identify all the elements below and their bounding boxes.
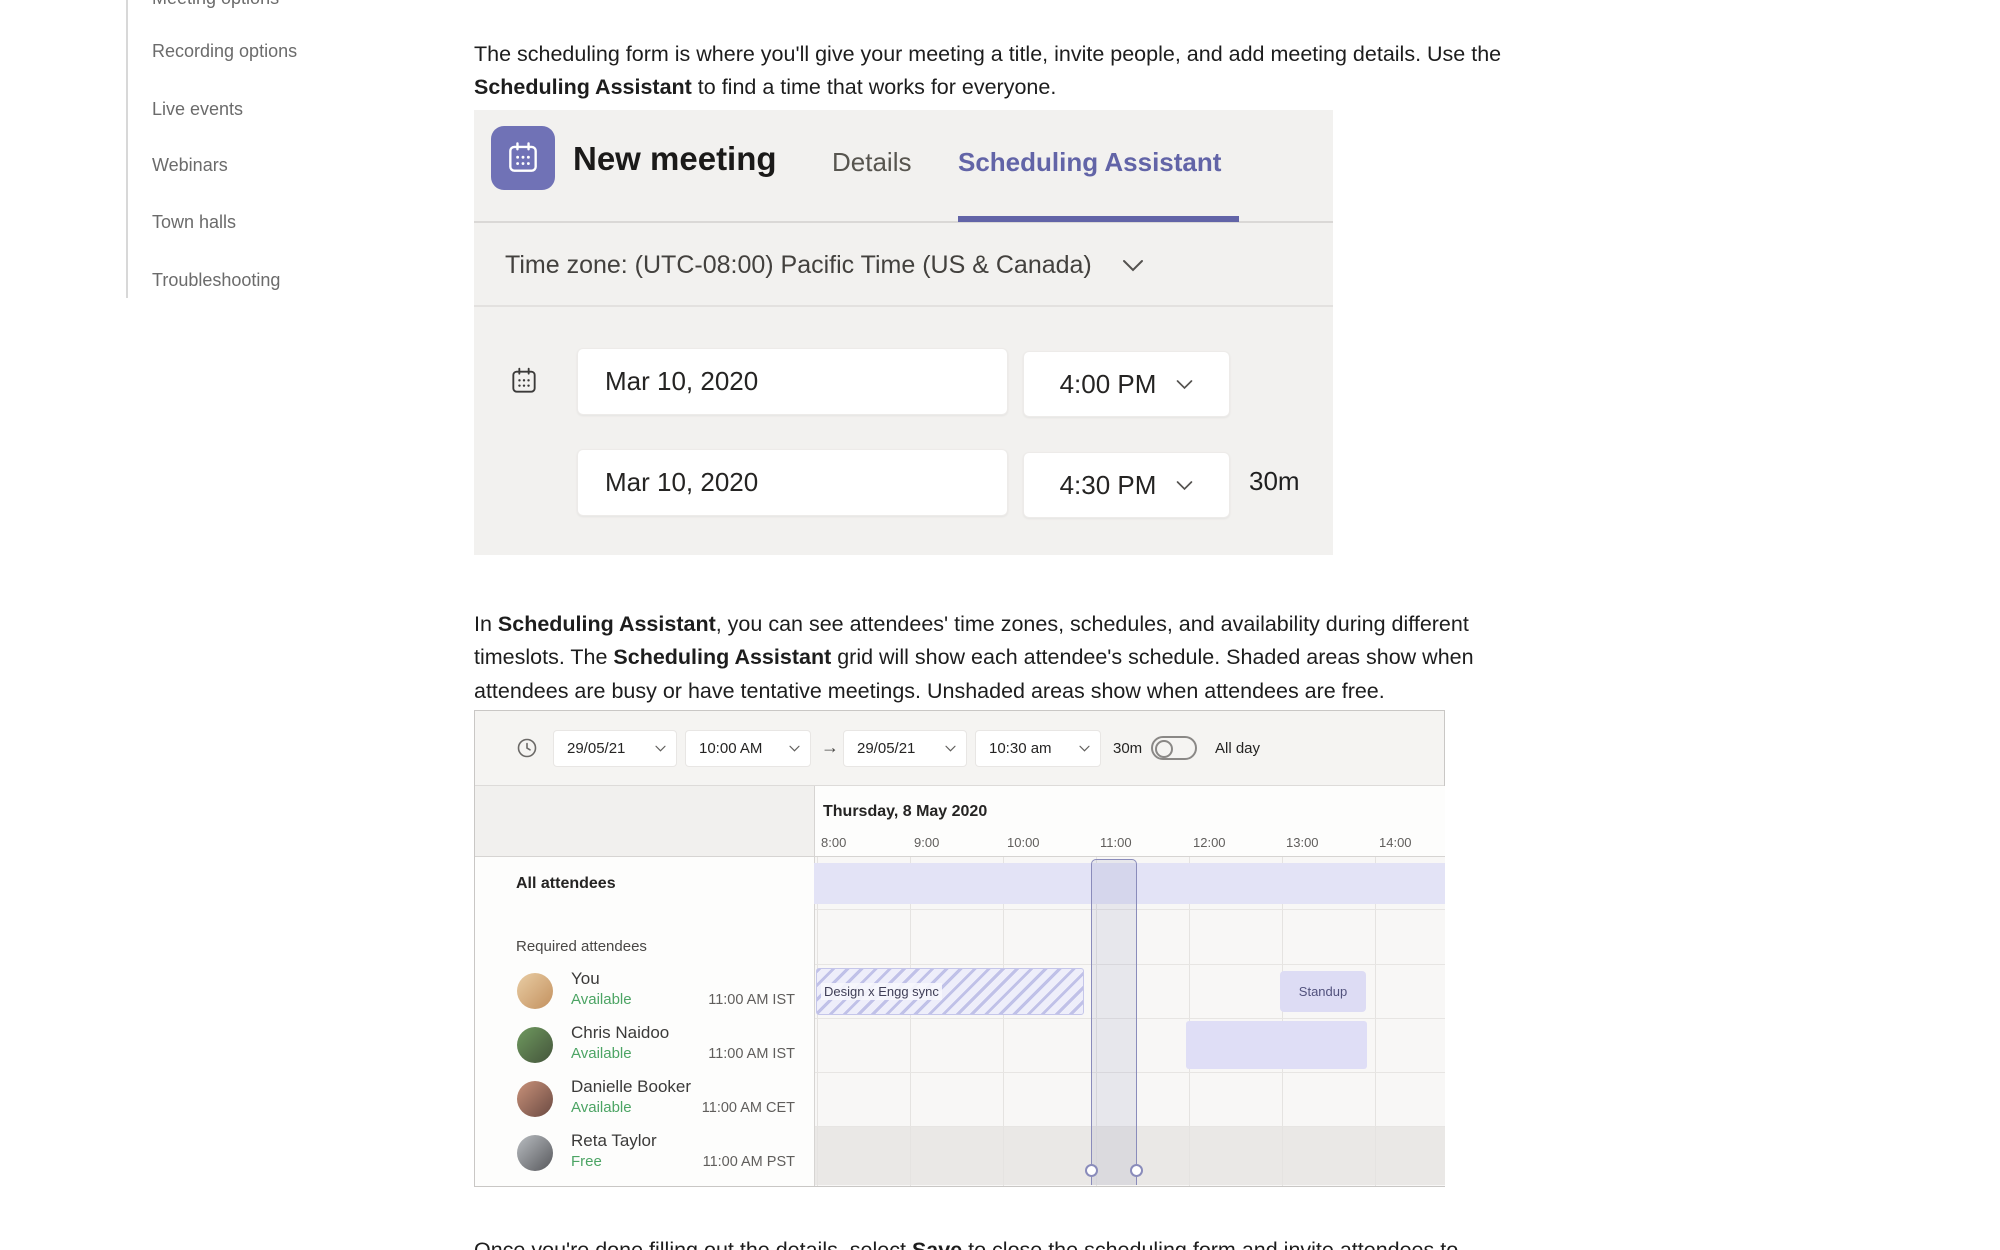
timezone-divider bbox=[474, 305, 1333, 307]
sidebar-item-meeting-options[interactable]: Meeting options bbox=[152, 0, 279, 9]
start-time-dropdown[interactable]: 4:00 PM bbox=[1023, 351, 1230, 417]
tab-scheduling-assistant[interactable]: Scheduling Assistant bbox=[958, 147, 1221, 178]
avatar bbox=[517, 973, 553, 1009]
time-tick: 9:00 bbox=[914, 835, 940, 850]
required-attendees-label: Required attendees bbox=[516, 938, 647, 955]
scheduler-toolbar: 29/05/21 10:00 AM → 29/05/21 10:30 am 30… bbox=[475, 711, 1444, 786]
avatar bbox=[517, 1135, 553, 1171]
timezone-selector[interactable]: Time zone: (UTC-08:00) Pacific Time (US … bbox=[505, 251, 1144, 280]
sidebar-item-town-halls[interactable]: Town halls bbox=[152, 212, 236, 233]
active-tab-indicator bbox=[958, 216, 1239, 222]
attendee-local-time: 11:00 AM IST bbox=[708, 992, 795, 1008]
attendee-local-time: 11:00 AM IST bbox=[708, 1046, 795, 1062]
documentation-page: Meeting options Recording options Live e… bbox=[0, 0, 2000, 1250]
start-date-input[interactable]: Mar 10, 2020 bbox=[577, 348, 1008, 415]
time-tick: 12:00 bbox=[1193, 835, 1226, 850]
gridline-vertical bbox=[910, 856, 911, 1186]
clock-icon bbox=[517, 738, 537, 758]
selection-handle-right[interactable] bbox=[1130, 1164, 1143, 1177]
attendee-status: Available bbox=[571, 991, 632, 1008]
sidebar-item-recording-options[interactable]: Recording options bbox=[152, 41, 297, 62]
attendee-name: You bbox=[571, 969, 600, 988]
time-tick: 11:00 bbox=[1100, 835, 1132, 850]
gridline-vertical bbox=[817, 856, 818, 1186]
selection-handle-left[interactable] bbox=[1085, 1164, 1098, 1177]
attendee-row: You Available 11:00 AM IST bbox=[475, 964, 814, 1018]
duration-label: 30m bbox=[1113, 740, 1143, 757]
scheduling-assistant-screenshot: 29/05/21 10:00 AM → 29/05/21 10:30 am 30… bbox=[474, 710, 1445, 1187]
start-date-dropdown[interactable]: 29/05/21 bbox=[553, 730, 677, 767]
sidebar-divider bbox=[126, 0, 128, 298]
attendee-local-time: 11:00 AM PST bbox=[702, 1154, 795, 1170]
chevron-down-icon bbox=[1177, 480, 1193, 490]
chevron-down-icon bbox=[655, 745, 666, 752]
chevron-down-icon bbox=[945, 745, 956, 752]
arrow-right-icon: → bbox=[821, 737, 839, 757]
attendee-row: Danielle Booker Available 11:00 AM CET bbox=[475, 1072, 814, 1126]
intro-paragraph: The scheduling form is where you'll give… bbox=[474, 41, 1502, 100]
chevron-down-icon bbox=[1122, 260, 1143, 272]
chevron-down-icon bbox=[1079, 745, 1090, 752]
gridline-vertical bbox=[1375, 856, 1376, 1186]
attendee-local-time: 11:00 AM CET bbox=[701, 1100, 795, 1116]
calendar-app-icon bbox=[491, 126, 555, 190]
attendee-row: Chris Naidoo Available 11:00 AM IST bbox=[475, 1018, 814, 1072]
duration-label: 30m bbox=[1249, 466, 1300, 496]
end-date-input[interactable]: Mar 10, 2020 bbox=[577, 449, 1008, 516]
save-paragraph: Once you're done filling out the details… bbox=[474, 1237, 1459, 1250]
chevron-down-icon bbox=[1177, 379, 1193, 389]
toggle-knob bbox=[1155, 740, 1173, 758]
all-day-label: All day bbox=[1215, 740, 1261, 757]
attendee-panel-header bbox=[475, 786, 814, 856]
sidebar-item-webinars[interactable]: Webinars bbox=[152, 155, 228, 176]
avatar bbox=[517, 1027, 553, 1063]
time-tick: 14:00 bbox=[1379, 835, 1412, 850]
attendee-status: Available bbox=[571, 1099, 632, 1116]
time-tick: 8:00 bbox=[821, 835, 847, 850]
dialog-title: New meeting bbox=[573, 140, 777, 177]
start-time-dropdown[interactable]: 10:00 AM bbox=[685, 730, 811, 767]
panel-grid-divider bbox=[814, 786, 815, 1186]
attendee-row: Reta Taylor Free 11:00 AM PST bbox=[475, 1126, 814, 1180]
new-meeting-form-screenshot: New meeting Details Scheduling Assistant… bbox=[474, 110, 1333, 555]
all-day-toggle[interactable] bbox=[1151, 736, 1197, 760]
calendar-icon bbox=[512, 367, 536, 393]
event-design-engg-sync[interactable]: Design x Engg sync bbox=[816, 968, 1084, 1015]
timezone-label: Time zone: (UTC-08:00) Pacific Time (US … bbox=[505, 251, 1092, 279]
event-chris-busy[interactable] bbox=[1186, 1021, 1367, 1069]
tab-details[interactable]: Details bbox=[832, 147, 911, 178]
time-tick: 13:00 bbox=[1286, 835, 1319, 850]
sidebar-item-troubleshooting[interactable]: Troubleshooting bbox=[152, 270, 280, 291]
end-date-dropdown[interactable]: 29/05/21 bbox=[843, 730, 967, 767]
scheduling-assistant-paragraph: In Scheduling Assistant, you can see att… bbox=[474, 611, 1474, 703]
all-attendees-label: All attendees bbox=[516, 875, 616, 892]
time-tick: 10:00 bbox=[1007, 835, 1040, 850]
sidebar-item-live-events[interactable]: Live events bbox=[152, 99, 243, 120]
attendee-name: Chris Naidoo bbox=[571, 1023, 670, 1042]
time-selection-column[interactable] bbox=[1091, 859, 1137, 1185]
chevron-down-icon bbox=[789, 745, 800, 752]
attendee-status: Available bbox=[571, 1045, 632, 1062]
avatar bbox=[517, 1081, 553, 1117]
end-time-dropdown[interactable]: 4:30 PM bbox=[1023, 452, 1230, 518]
end-time-dropdown[interactable]: 10:30 am bbox=[975, 730, 1101, 767]
gridline-vertical bbox=[1003, 856, 1004, 1186]
attendee-status: Free bbox=[571, 1153, 602, 1170]
attendee-name: Reta Taylor bbox=[571, 1131, 657, 1150]
header-divider bbox=[475, 856, 1445, 857]
day-header-label: Thursday, 8 May 2020 bbox=[823, 803, 988, 820]
attendee-name: Danielle Booker bbox=[571, 1077, 692, 1096]
event-standup[interactable]: Standup bbox=[1280, 971, 1366, 1012]
